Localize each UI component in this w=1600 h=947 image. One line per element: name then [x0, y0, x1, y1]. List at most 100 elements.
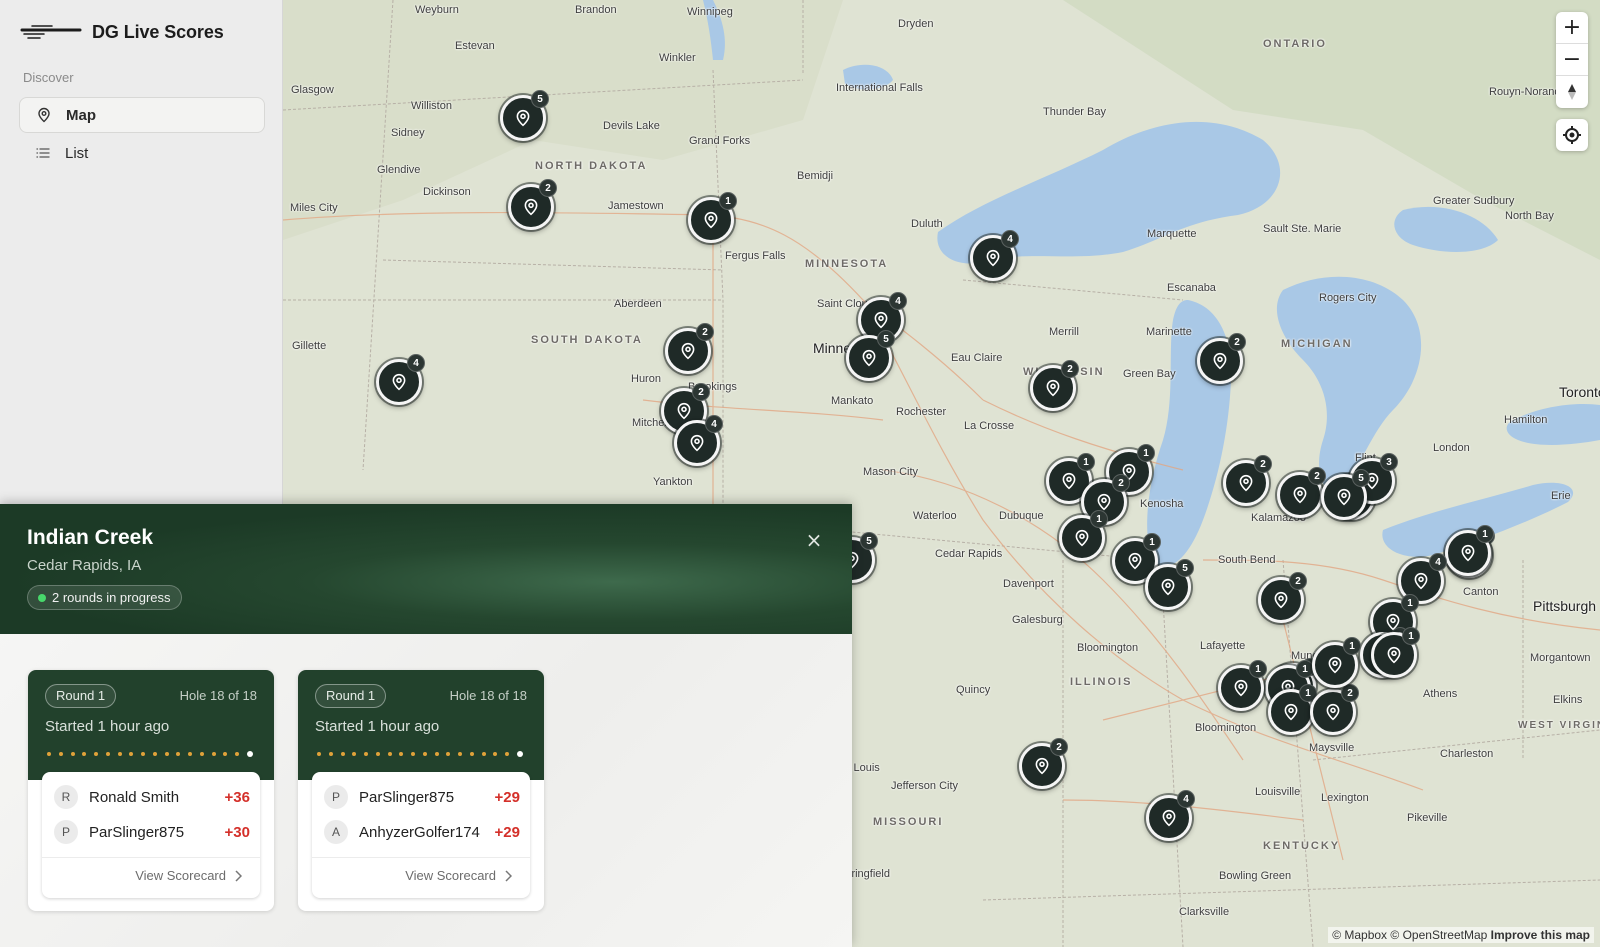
hole-dot — [47, 752, 51, 756]
cluster-count-badge: 2 — [1050, 738, 1068, 756]
app-window: DG Live Scores Discover Map List Weyburn… — [0, 0, 1600, 947]
course-cluster-marker[interactable]: 2 — [1223, 455, 1272, 506]
map-label: Pittsburgh — [1533, 598, 1597, 614]
course-cluster-marker[interactable]: 5 — [500, 90, 553, 156]
map-pin-icon — [874, 311, 888, 329]
map-label: Greater Sudbury — [1433, 195, 1515, 207]
round-card[interactable]: Round 1 Hole 18 of 18 Started 1 hour ago… — [28, 670, 274, 911]
round-badge: Round 1 — [315, 684, 387, 708]
course-cluster-marker[interactable]: 4 — [970, 230, 1023, 296]
hole-dot — [399, 752, 404, 756]
course-cluster-marker[interactable]: 1 — [1059, 510, 1108, 561]
course-cluster-marker[interactable]: 2 — [1277, 467, 1330, 533]
course-cluster-marker[interactable]: 2 — [1030, 360, 1079, 411]
view-scorecard-link[interactable]: View Scorecard — [135, 868, 242, 883]
course-panel-header: Indian Creek Cedar Rapids, IA 2 rounds i… — [0, 504, 852, 634]
course-cluster-marker[interactable]: 2 — [1019, 738, 1068, 789]
course-cluster-marker[interactable]: 4 — [674, 415, 723, 466]
cluster-count-badge: 2 — [1341, 684, 1359, 702]
course-cluster-marker[interactable]: 5 — [1321, 469, 1370, 520]
player-name: Ronald Smith — [89, 788, 180, 806]
map-label: ILLINOIS — [1070, 676, 1133, 688]
map-label: Aberdeen — [614, 298, 662, 310]
hole-dot — [164, 752, 169, 756]
map-label: MINNESOTA — [805, 258, 889, 270]
map-label: MISSOURI — [873, 816, 944, 828]
compass-icon — [1568, 84, 1576, 100]
player-name: ParSlinger875 — [359, 788, 455, 806]
map-label: Erie — [1551, 490, 1571, 502]
hole-dot — [352, 752, 357, 756]
course-cluster-marker[interactable]: 1 — [1312, 637, 1365, 703]
hole-dot — [375, 752, 380, 756]
section-label-discover: Discover — [23, 70, 74, 85]
player-name: ParSlinger875 — [89, 823, 185, 841]
zoom-controls: + − — [1556, 12, 1588, 108]
map-pin-icon — [1337, 488, 1351, 506]
player-score: +29 — [494, 823, 520, 841]
geolocate-button[interactable] — [1556, 119, 1588, 151]
app-title: DG Live Scores — [92, 21, 224, 42]
hole-dot — [387, 752, 392, 756]
map-pin-icon — [1387, 646, 1401, 664]
map-label: NORTH DAKOTA — [535, 160, 648, 172]
course-cluster-marker[interactable]: 1 — [1371, 627, 1420, 678]
view-scorecard-label: View Scorecard — [135, 868, 226, 883]
course-cluster-marker[interactable]: 2 — [1258, 572, 1311, 638]
map-label: Glendive — [377, 164, 421, 176]
hole-progress-text: Hole 18 of 18 — [179, 688, 257, 703]
cluster-count-badge: 5 — [877, 330, 895, 348]
map-label: Weyburn — [415, 4, 459, 16]
sidebar-item-map[interactable]: Map — [19, 97, 265, 133]
zoom-out-button[interactable]: − — [1556, 44, 1588, 76]
course-cluster-marker[interactable]: 4 — [376, 354, 425, 405]
view-scorecard-link[interactable]: View Scorecard — [405, 868, 512, 883]
course-cluster-marker[interactable]: 1 — [688, 192, 737, 243]
live-status-badge: 2 rounds in progress — [27, 585, 182, 610]
course-cluster-marker[interactable]: 2 — [1310, 684, 1363, 750]
hole-dot — [246, 751, 253, 757]
improve-map-link[interactable]: Improve this map — [1491, 928, 1590, 942]
map-label: Cedar Rapids — [935, 548, 1003, 560]
player-score: +29 — [494, 788, 520, 806]
course-cluster-marker[interactable]: 5 — [1145, 559, 1194, 610]
map-pin-icon — [862, 349, 876, 367]
cluster-count-badge: 5 — [860, 532, 878, 550]
course-cluster-marker[interactable]: 2 — [1197, 333, 1250, 399]
hole-dot — [176, 752, 181, 756]
hole-dot — [458, 752, 462, 756]
map-pin-icon — [1162, 809, 1176, 827]
course-cluster-marker[interactable]: 5 — [846, 330, 895, 381]
course-cluster-marker[interactable]: 1 — [1268, 684, 1317, 735]
sidebar-item-list[interactable]: List — [19, 135, 265, 171]
cluster-count-badge: 4 — [1177, 790, 1195, 808]
close-icon[interactable]: × — [804, 530, 824, 550]
round-card[interactable]: Round 1 Hole 18 of 18 Started 1 hour ago… — [298, 670, 544, 911]
map-label: Charleston — [1440, 748, 1494, 760]
map-label: Dickinson — [423, 186, 471, 198]
cluster-count-badge: 1 — [719, 192, 737, 210]
map-label: Davenport — [1003, 578, 1054, 590]
map-label: International Falls — [836, 82, 923, 94]
map-label: Quincy — [956, 684, 991, 696]
map-label: Maysville — [1309, 742, 1355, 754]
attribution-osm-link[interactable]: © OpenStreetMap — [1390, 928, 1487, 942]
zoom-in-button[interactable]: + — [1556, 12, 1588, 44]
course-cluster-marker[interactable]: 1 — [1218, 660, 1267, 711]
map-pin-icon — [1293, 486, 1307, 504]
course-cluster-marker[interactable]: 2 — [508, 179, 557, 230]
player-row: R Ronald Smith +36 — [54, 785, 250, 809]
map-pin-icon — [1097, 493, 1111, 511]
map-pin-icon — [1075, 529, 1089, 547]
map-pin-icon — [1414, 572, 1428, 590]
course-cluster-marker[interactable]: 2 — [665, 323, 714, 374]
map-pin-icon — [986, 249, 1000, 267]
brand[interactable]: DG Live Scores — [18, 20, 224, 44]
attribution-mapbox-link[interactable]: © Mapbox — [1332, 928, 1387, 942]
course-cluster-marker[interactable]: 4 — [1146, 790, 1195, 841]
round-card-header: Round 1 Hole 18 of 18 Started 1 hour ago — [298, 670, 544, 780]
map-label: La Crosse — [964, 420, 1015, 432]
map-label: North Bay — [1505, 210, 1554, 222]
compass-button[interactable] — [1556, 76, 1588, 108]
course-cluster-marker[interactable]: 1 — [1445, 525, 1494, 576]
